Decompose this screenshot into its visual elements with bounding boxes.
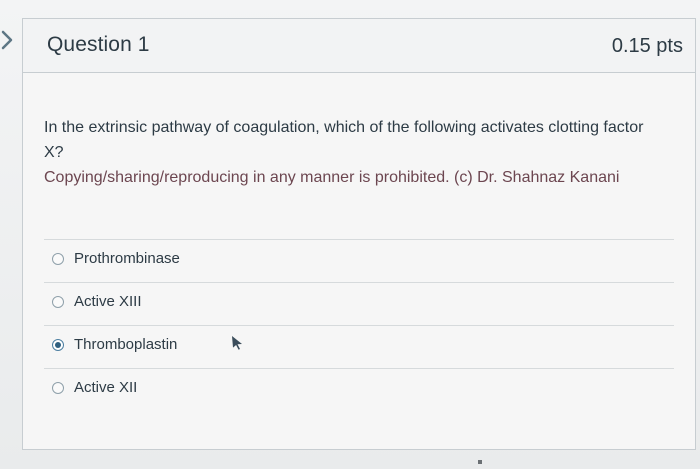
answer-list: Prothrombinase Active XIII Thromboplasti… <box>44 239 674 411</box>
answer-label[interactable]: Active XII <box>74 379 137 396</box>
radio-button-selected[interactable] <box>52 339 64 351</box>
question-points: 0.15 pts <box>611 35 683 57</box>
mouse-pointer-icon <box>232 336 242 350</box>
answer-option-active-xiii[interactable]: Active XIII <box>44 282 674 325</box>
radio-button[interactable] <box>52 382 64 394</box>
answer-option-prothrombinase[interactable]: Prothrombinase <box>44 239 674 282</box>
answer-option-active-xii[interactable]: Active XII <box>44 368 674 411</box>
copyright-notice: Copying/sharing/reproducing in any manne… <box>44 169 620 186</box>
question-text: In the extrinsic pathway of coagulation,… <box>44 115 644 190</box>
radio-button[interactable] <box>52 296 64 308</box>
question-title: Question 1 <box>47 33 150 56</box>
radio-button[interactable] <box>52 253 64 265</box>
question-header: Question 1 0.15 pts <box>23 19 695 73</box>
question-card: Question 1 0.15 pts In the extrinsic pat… <box>22 18 696 450</box>
screen-mark <box>478 460 482 464</box>
question-body: In the extrinsic pathway of coagulation,… <box>23 73 695 449</box>
answer-label[interactable]: Thromboplastin <box>74 336 177 353</box>
nav-arrow-icon[interactable] <box>0 30 16 50</box>
question-prompt: In the extrinsic pathway of coagulation,… <box>44 119 644 161</box>
answer-option-thromboplastin[interactable]: Thromboplastin <box>44 325 674 368</box>
answer-label[interactable]: Active XIII <box>74 293 142 310</box>
answer-label[interactable]: Prothrombinase <box>74 250 180 267</box>
